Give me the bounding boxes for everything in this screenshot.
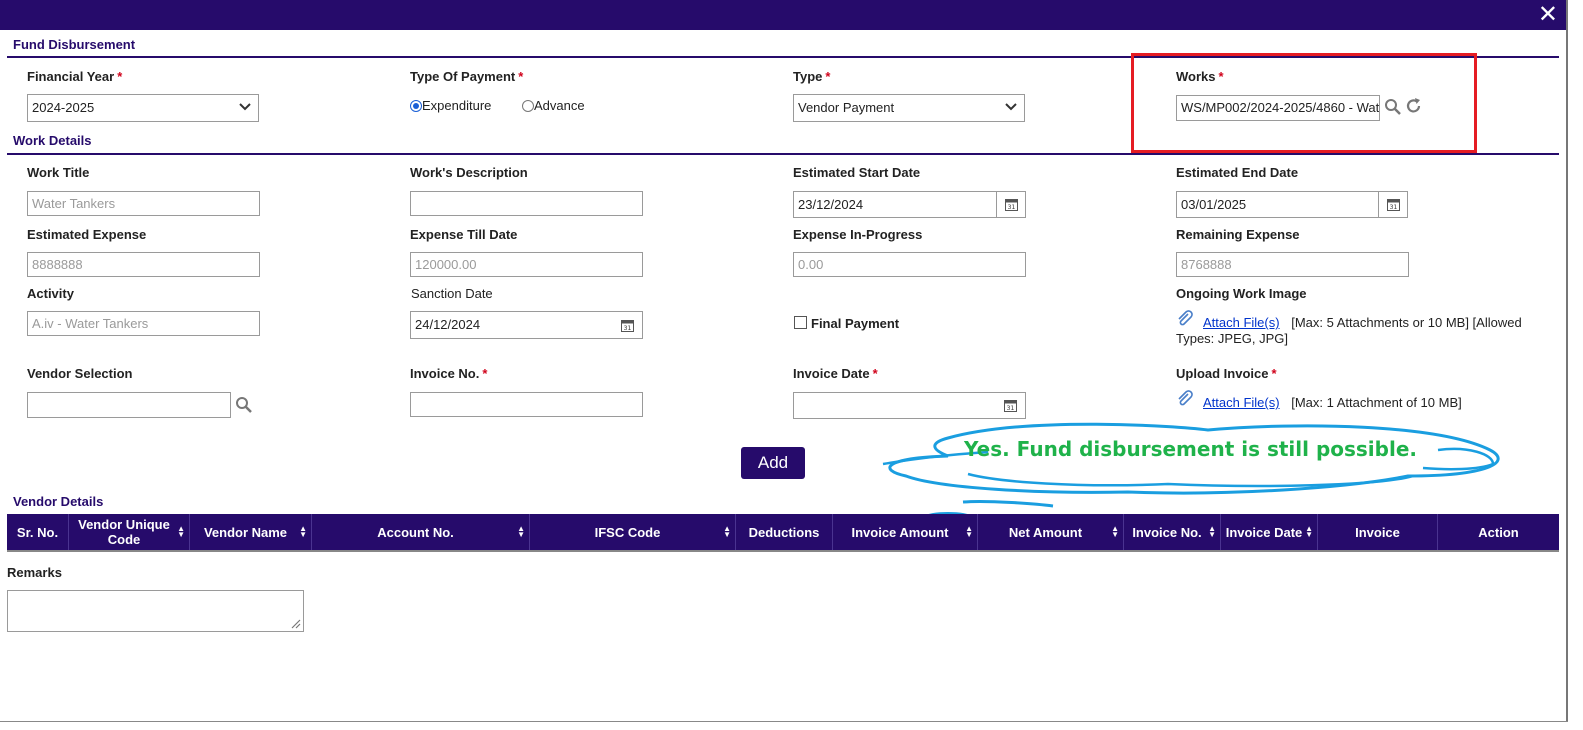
section-title-work-details: Work Details [13, 133, 92, 148]
calendar-icon[interactable]: 31 [1004, 399, 1017, 412]
expense-till-date-field: 120000.00 [410, 252, 643, 277]
sort-icon[interactable]: ▲ ▼ [517, 525, 525, 539]
vendor-selection-input[interactable] [27, 392, 231, 418]
type-label: Type * [793, 69, 831, 84]
modal-right-border [1566, 0, 1568, 722]
final-payment-label: Final Payment [811, 316, 900, 331]
attach-hint: [Max: 5 Attachments or 10 MB] [Allowed [1291, 315, 1522, 330]
svg-text:31: 31 [1008, 204, 1016, 211]
svg-text:31: 31 [624, 325, 632, 332]
search-icon[interactable] [235, 396, 253, 414]
calendar-button[interactable]: 31 [1378, 192, 1407, 217]
chevron-down-icon [239, 103, 251, 111]
calendar-button[interactable]: 31 [996, 192, 1025, 217]
calendar-icon: 31 [1005, 199, 1018, 211]
sort-icon[interactable]: ▲ ▼ [177, 525, 185, 539]
estimated-start-date-field[interactable]: 23/12/2024 31 [793, 191, 1026, 218]
radio-button-checked[interactable] [410, 100, 422, 112]
sort-icon[interactable]: ▲ ▼ [1111, 525, 1119, 539]
column-header[interactable]: Invoice No. ▲ ▼ [1124, 514, 1221, 550]
modal-title-bar: ✕ [0, 0, 1568, 30]
vendor-selection-label: Vendor Selection [27, 366, 133, 381]
estimated-expense-label: Estimated Expense [27, 227, 147, 242]
invoice-date-input[interactable]: 31 [793, 392, 1026, 419]
attach-hint: [Max: 1 Attachment of 10 MB] [1291, 395, 1462, 410]
work-title-label: Work Title [27, 165, 90, 180]
modal-bottom-border [0, 721, 1568, 722]
invoice-date-label: Invoice Date * [793, 366, 878, 381]
expense-in-progress-label: Expense In-Progress [793, 227, 923, 242]
column-header[interactable]: Net Amount ▲ ▼ [978, 514, 1124, 550]
financial-year-label: Financial Year * [27, 69, 123, 84]
column-header[interactable]: Invoice Date ▲ ▼ [1221, 514, 1318, 550]
radio-expenditure[interactable]: Expenditure [410, 98, 491, 113]
column-header[interactable]: Action [1438, 514, 1559, 550]
sanction-date-field[interactable]: 24/12/2024 31 [410, 311, 643, 339]
paperclip-icon [1178, 310, 1193, 326]
sort-icon[interactable]: ▲ ▼ [299, 525, 307, 539]
invoice-no-input[interactable] [410, 392, 643, 417]
type-of-payment-label: Type Of Payment * [410, 69, 524, 84]
activity-field: A.iv - Water Tankers [27, 311, 260, 336]
activity-label: Activity [27, 286, 74, 301]
chevron-down-icon [1005, 103, 1017, 111]
estimated-end-date-label: Estimated End Date [1176, 165, 1299, 180]
radio-expenditure-label: Expenditure [422, 98, 492, 113]
section-title-fund-disbursement: Fund Disbursement [13, 37, 136, 52]
work-title-field: Water Tankers [27, 191, 260, 216]
add-button[interactable]: Add [741, 447, 805, 479]
estimated-start-date-label: Estimated Start Date [793, 165, 921, 180]
upload-invoice-label: Upload Invoice * [1176, 366, 1277, 381]
final-payment-checkbox[interactable] [794, 316, 807, 329]
radio-advance-label: Advance [534, 98, 585, 113]
svg-text:31: 31 [1390, 204, 1398, 211]
sort-icon[interactable]: ▲ ▼ [965, 525, 973, 539]
column-header[interactable]: Account No. ▲ ▼ [312, 514, 530, 550]
estimated-expense-field: 8888888 [27, 252, 260, 277]
remaining-expense-label: Remaining Expense [1176, 227, 1300, 242]
remarks-textarea[interactable] [7, 590, 304, 632]
column-header[interactable]: Deductions [736, 514, 833, 550]
estimated-end-date-field[interactable]: 03/01/2025 31 [1176, 191, 1408, 218]
ongoing-work-image-attach: Attach File(s) [Max: 5 Attachments or 10… [1203, 315, 1548, 331]
callout-text: Yes. Fund disbursement is still possible… [964, 437, 1417, 461]
attach-files-link[interactable]: Attach File(s) [1203, 395, 1280, 410]
attach-hint-types: Types: JPEG, JPG] [1176, 331, 1288, 346]
calendar-icon: 31 [1387, 199, 1400, 211]
column-header[interactable]: Vendor Name ▲ ▼ [190, 514, 312, 550]
type-select[interactable]: Vendor Payment [793, 94, 1025, 122]
paperclip-icon [1178, 390, 1193, 406]
column-header[interactable]: Invoice [1318, 514, 1438, 550]
expense-in-progress-field: 0.00 [793, 252, 1026, 277]
column-header[interactable]: Sr. No. [7, 514, 69, 550]
sort-icon[interactable]: ▲ ▼ [723, 525, 731, 539]
attach-files-link[interactable]: Attach File(s) [1203, 315, 1280, 330]
financial-year-select[interactable]: 2024-2025 [27, 94, 259, 122]
upload-invoice-attach: Attach File(s) [Max: 1 Attachment of 10 … [1203, 395, 1462, 410]
column-header[interactable]: Vendor Unique Code ▲ ▼ [69, 514, 190, 550]
invoice-no-label: Invoice No. * [410, 366, 488, 381]
radio-advance[interactable]: Advance [522, 98, 585, 113]
callout-cloud [882, 422, 1500, 520]
vendor-table-header: Sr. No. Vendor Unique Code ▲ ▼ Vendor Name… [7, 514, 1559, 552]
svg-text:31: 31 [1007, 405, 1015, 412]
sanction-date-label: Sanction Date [411, 286, 493, 301]
calendar-icon[interactable]: 31 [621, 319, 634, 332]
sort-icon[interactable]: ▲ ▼ [1208, 525, 1216, 539]
column-header[interactable]: IFSC Code ▲ ▼ [530, 514, 736, 550]
radio-button[interactable] [522, 100, 534, 112]
resize-handle-icon[interactable] [289, 617, 301, 629]
highlight-box [1131, 53, 1477, 153]
section-divider [7, 153, 1559, 155]
expense-till-date-label: Expense Till Date [410, 227, 518, 242]
close-icon[interactable]: ✕ [1538, 1, 1558, 29]
column-header[interactable]: Invoice Amount ▲ ▼ [833, 514, 978, 550]
remarks-label: Remarks [7, 565, 62, 580]
ongoing-work-image-label: Ongoing Work Image [1176, 286, 1307, 301]
remaining-expense-field: 8768888 [1176, 252, 1409, 277]
sort-icon[interactable]: ▲ ▼ [1305, 525, 1313, 539]
works-description-field[interactable] [410, 191, 643, 216]
section-title-vendor-details: Vendor Details [13, 494, 104, 509]
works-description-label: Work's Description [410, 165, 528, 180]
